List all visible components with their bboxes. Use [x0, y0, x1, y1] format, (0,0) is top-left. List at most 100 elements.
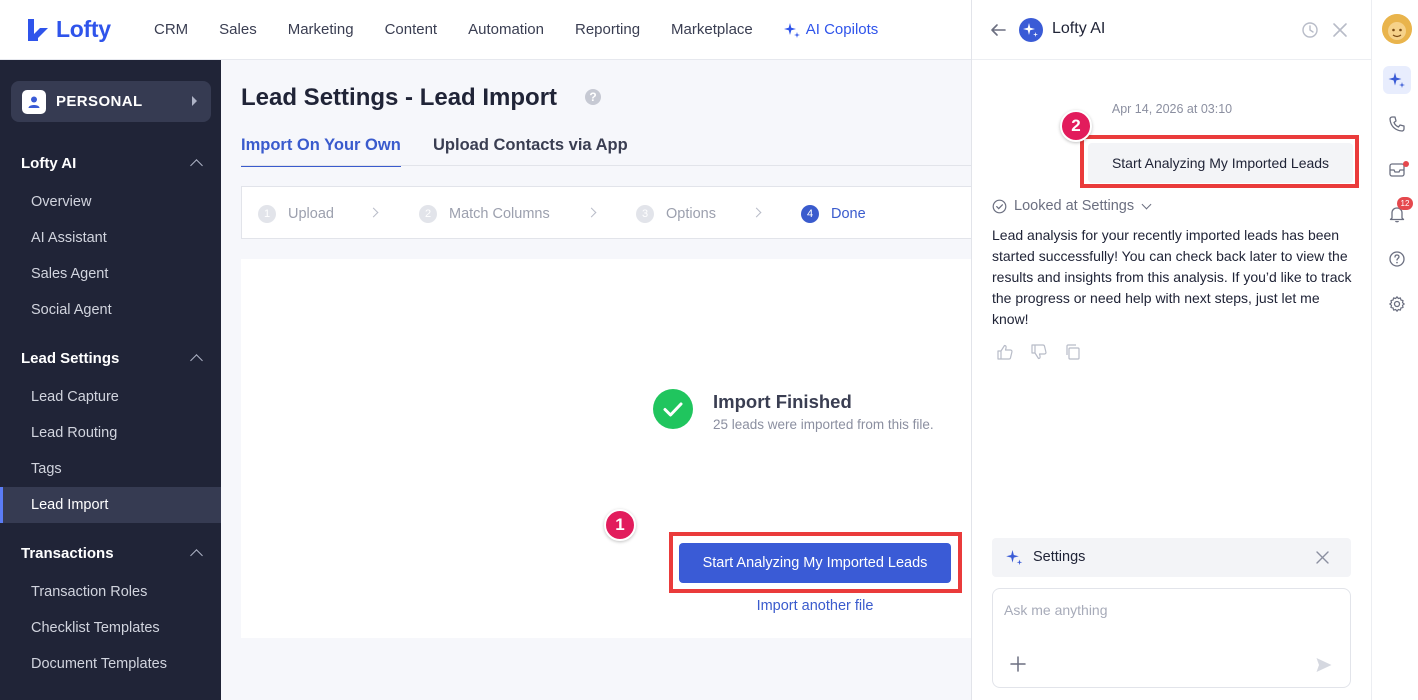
- import-result-card: Import Finished 25 leads were imported f…: [241, 259, 971, 638]
- sidebar-item-checklist-templates[interactable]: Checklist Templates: [0, 610, 221, 646]
- close-icon[interactable]: [1331, 21, 1349, 39]
- plus-icon[interactable]: [1009, 655, 1027, 673]
- looked-at-settings-toggle[interactable]: Looked at Settings: [992, 198, 1152, 214]
- logo-text: Lofty: [56, 16, 111, 42]
- user-message-bubble: Start Analyzing My Imported Leads: [1088, 143, 1353, 183]
- step-upload: 1 Upload: [258, 205, 334, 223]
- help-button[interactable]: [1383, 245, 1411, 273]
- nav-item-reporting[interactable]: Reporting: [575, 21, 640, 38]
- chevron-right-icon: [368, 207, 379, 218]
- chevron-up-icon[interactable]: [190, 159, 203, 172]
- lofty-logo-icon: [28, 18, 48, 41]
- help-icon[interactable]: ?: [585, 89, 601, 105]
- import-another-file-link[interactable]: Import another file: [679, 598, 951, 614]
- import-stepper: 1 Upload 2 Match Columns 3 Options 4 Don…: [241, 186, 971, 239]
- page-title: Lead Settings - Lead Import: [241, 84, 558, 111]
- ai-response-message: Lead analysis for your recently imported…: [992, 227, 1352, 327]
- ai-copilots-label: AI Copilots: [805, 21, 879, 38]
- lofty-logo[interactable]: Lofty: [24, 16, 154, 44]
- nav-item-marketing[interactable]: Marketing: [288, 21, 354, 38]
- sparkle-icon: [783, 22, 800, 38]
- remove-context-close-icon[interactable]: [1315, 550, 1330, 565]
- lofty-ai-logo-icon: [1019, 18, 1043, 42]
- check-circle-outline-icon: [992, 199, 1007, 213]
- step-number: 3: [636, 205, 654, 223]
- tabs-divider: [241, 165, 971, 166]
- section-lead-settings[interactable]: Lead Settings: [21, 350, 119, 367]
- nav-item-ai-copilots[interactable]: AI Copilots: [783, 21, 879, 38]
- inbox-unread-dot: [1403, 161, 1409, 167]
- nav-item-automation[interactable]: Automation: [468, 21, 544, 38]
- step-number: 4: [801, 205, 819, 223]
- workspace-switcher[interactable]: PERSONAL: [11, 81, 211, 122]
- ai-chat-panel: Lofty AI Apr 14, 2026 at 03:10 Start Ana…: [971, 0, 1372, 700]
- sidebar-item-lead-import[interactable]: Lead Import: [0, 487, 221, 523]
- nav-item-marketplace[interactable]: Marketplace: [671, 21, 753, 38]
- sidebar-item-sales-agent[interactable]: Sales Agent: [0, 256, 221, 292]
- chevron-up-icon[interactable]: [190, 549, 203, 562]
- chevron-right-icon: [751, 207, 762, 218]
- ai-sparkle-button[interactable]: [1383, 66, 1411, 94]
- chat-input[interactable]: Ask me anything: [992, 588, 1351, 688]
- chevron-down-icon: [1141, 199, 1152, 209]
- message-actions: [996, 343, 1098, 361]
- section-transactions[interactable]: Transactions: [21, 545, 114, 562]
- sidebar: PERSONAL Lofty AI Overview AI Assistant …: [0, 60, 221, 700]
- send-icon[interactable]: [1315, 656, 1333, 674]
- context-chip-settings: Settings: [992, 538, 1351, 577]
- settings-button[interactable]: [1383, 290, 1411, 318]
- step-label: Match Columns: [449, 206, 550, 222]
- nav-item-sales[interactable]: Sales: [219, 21, 257, 38]
- person-icon: [22, 89, 46, 114]
- context-chip-label: Settings: [1033, 549, 1086, 565]
- tab-import-on-your-own[interactable]: Import On Your Own: [241, 136, 401, 167]
- thumbs-up-icon[interactable]: [996, 343, 1014, 361]
- import-finished-title: Import Finished: [713, 391, 852, 412]
- phone-button[interactable]: [1383, 110, 1411, 138]
- history-icon[interactable]: [1301, 21, 1319, 39]
- step-match-columns: 2 Match Columns: [419, 205, 550, 223]
- top-navigation: Lofty CRM Sales Marketing Content Automa…: [0, 0, 971, 60]
- sidebar-item-lead-routing[interactable]: Lead Routing: [0, 415, 221, 451]
- sidebar-item-transaction-roles[interactable]: Transaction Roles: [0, 574, 221, 610]
- step-number: 1: [258, 205, 276, 223]
- nav-item-crm[interactable]: CRM: [154, 21, 188, 38]
- right-rail: 12: [1371, 0, 1418, 700]
- annotation-marker-1: 1: [604, 509, 636, 541]
- chat-input-placeholder: Ask me anything: [1004, 602, 1108, 618]
- chevron-up-icon[interactable]: [190, 354, 203, 367]
- notification-count-badge: 12: [1397, 197, 1413, 210]
- copy-icon[interactable]: [1064, 343, 1082, 361]
- sidebar-item-ai-assistant[interactable]: AI Assistant: [0, 220, 221, 256]
- sidebar-item-document-templates[interactable]: Document Templates: [0, 646, 221, 682]
- sidebar-item-lead-capture[interactable]: Lead Capture: [0, 379, 221, 415]
- annotation-marker-2: 2: [1060, 110, 1092, 142]
- sidebar-item-social-agent[interactable]: Social Agent: [0, 292, 221, 328]
- gear-icon: [1389, 296, 1405, 312]
- step-label: Options: [666, 206, 716, 222]
- chevron-right-icon: [586, 207, 597, 218]
- sparkle-icon: [1388, 72, 1405, 88]
- ai-panel-header: Lofty AI: [972, 0, 1372, 60]
- nav-item-content[interactable]: Content: [385, 21, 438, 38]
- start-analyzing-button[interactable]: Start Analyzing My Imported Leads: [679, 543, 951, 583]
- user-avatar[interactable]: [1382, 14, 1412, 44]
- sparkle-icon: [1006, 550, 1023, 566]
- phone-icon: [1389, 116, 1405, 132]
- looked-at-settings-label: Looked at Settings: [1014, 198, 1135, 214]
- sidebar-item-tags[interactable]: Tags: [0, 451, 221, 487]
- check-circle-icon: [653, 389, 693, 429]
- back-arrow-icon[interactable]: [989, 21, 1007, 39]
- workspace-label: PERSONAL: [56, 93, 143, 110]
- tab-upload-contacts-via-app[interactable]: Upload Contacts via App: [433, 136, 628, 165]
- import-finished-subtitle: 25 leads were imported from this file.: [713, 417, 934, 432]
- thumbs-down-icon[interactable]: [1030, 343, 1048, 361]
- step-label: Done: [831, 206, 866, 222]
- question-circle-icon: [1389, 251, 1405, 267]
- step-options: 3 Options: [636, 205, 716, 223]
- main-content: Lead Settings - Lead Import ? Import On …: [221, 60, 971, 700]
- caret-right-icon: [192, 96, 197, 106]
- sidebar-item-overview[interactable]: Overview: [0, 184, 221, 220]
- section-lofty-ai[interactable]: Lofty AI: [21, 155, 76, 172]
- step-number: 2: [419, 205, 437, 223]
